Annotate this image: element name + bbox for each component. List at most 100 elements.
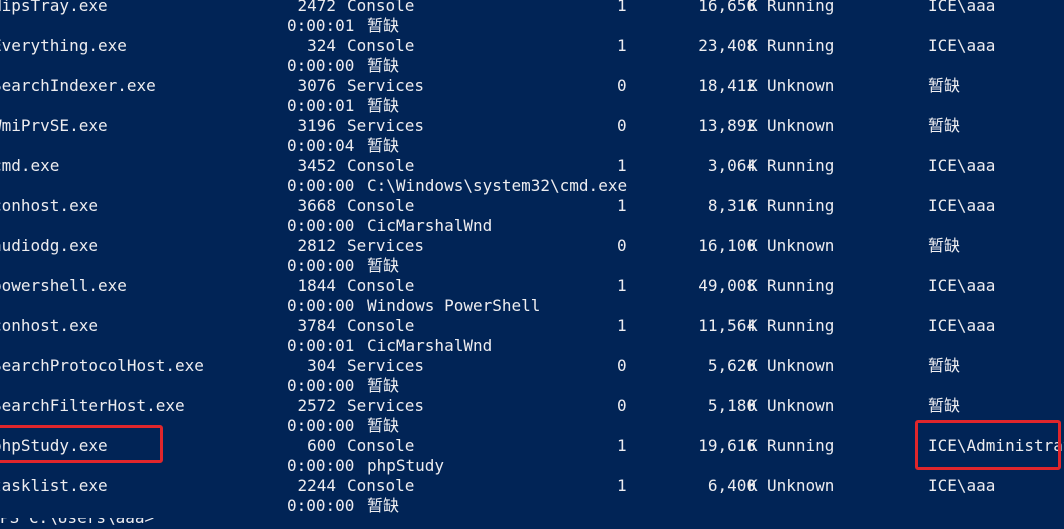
image-name: SearchProtocolHost.exe	[0, 356, 204, 375]
status: Unknown	[767, 396, 835, 415]
pid: 3452	[297, 156, 336, 175]
pid: 2572	[297, 396, 336, 415]
window-title: Windows PowerShell	[367, 296, 541, 315]
process-row-detail: 0:00:00 暂缺	[0, 496, 1064, 516]
mem-usage: 13,892	[698, 116, 756, 135]
process-row-detail: 0:00:00 暂缺	[0, 256, 1064, 276]
pid: 600	[307, 436, 336, 455]
cpu-time: 0:00:00	[287, 296, 355, 315]
process-row: powershell.exe 1844 Console 1 49,008 K Running…	[0, 276, 1064, 296]
session-number: 1	[617, 36, 627, 55]
window-title: 暂缺	[367, 496, 400, 515]
mem-unit: K	[748, 36, 758, 55]
process-row: cmd.exe 3452 Console 1 3,064K Running ICE\aaa	[0, 156, 1064, 176]
session-number: 0	[617, 356, 627, 375]
mem-unit: K	[748, 0, 758, 15]
session-number: 1	[617, 476, 627, 495]
status: Running	[767, 0, 835, 15]
user-name: ICE\aaa	[928, 476, 996, 495]
status: Unknown	[767, 76, 835, 95]
pid: 1844	[297, 276, 336, 295]
cpu-time: 0:00:00	[287, 176, 355, 195]
process-row: SearchIndexer.exe 3076 Services 0 18,412 K Unk…	[0, 76, 1064, 96]
mem-usage: 6,400	[707, 476, 756, 495]
user-name: ICE\aaa	[928, 0, 996, 15]
session-number: 1	[617, 196, 627, 215]
window-title: 暂缺	[367, 136, 400, 155]
window-title: 暂缺	[367, 376, 400, 395]
image-name: conhost.exe	[0, 316, 98, 335]
process-row: audiodg.exe 2812 Services 0 16,100 K Unknown 暂缺	[0, 236, 1064, 256]
image-name: Everything.exe	[0, 36, 127, 55]
mem-unit: K	[748, 156, 758, 175]
mem-usage: 16,656	[698, 0, 756, 15]
status: Unknown	[767, 116, 835, 135]
process-row-detail: 0:00:01 暂缺	[0, 96, 1064, 116]
process-row: WmiPrvSE.exe 3196 Services 0 13,892 K Unknown 暂…	[0, 116, 1064, 136]
pid: 304	[307, 356, 336, 375]
powershell-console[interactable]: HipsTray.exe 2472 Console 1 16,656 K Running IC…	[0, 0, 1064, 529]
cpu-time: 0:00:00	[287, 216, 355, 235]
status: Unknown	[767, 356, 835, 375]
user-name: ICE\aaa	[928, 276, 996, 295]
status: Running	[767, 196, 835, 215]
pid: 3196	[297, 116, 336, 135]
window-title: 暂缺	[367, 56, 400, 75]
mem-usage: 8,316	[707, 196, 756, 215]
session-number: 1	[617, 436, 627, 455]
session-name: Console	[347, 476, 415, 495]
image-name: conhost.exe	[0, 196, 98, 215]
phpstudy-name-highlight	[0, 425, 163, 463]
session-name: Services	[347, 236, 425, 255]
mem-unit: K	[748, 356, 758, 375]
session-number: 1	[617, 276, 627, 295]
session-name: Console	[347, 196, 415, 215]
status: Unknown	[767, 476, 835, 495]
mem-usage: 18,412	[698, 76, 756, 95]
mem-usage: 3,064	[707, 156, 756, 175]
window-title: C:\Windows\system32\cmd.exe	[367, 176, 628, 195]
status: Running	[767, 316, 835, 335]
process-row-detail: 0:00:00 CicMarshalWnd	[0, 216, 1064, 236]
process-row-detail: 0:00:00 C:\Windows\system32\cmd.exe	[0, 176, 1064, 196]
window-title: CicMarshalWnd	[367, 336, 493, 355]
administrator-user-highlight	[915, 420, 1061, 470]
cpu-time: 0:00:00	[287, 376, 355, 395]
user-name: 暂缺	[928, 116, 961, 135]
mem-unit: K	[748, 316, 758, 335]
user-name: ICE\aaa	[928, 156, 996, 175]
session-number: 1	[617, 316, 627, 335]
session-name: Console	[347, 0, 415, 15]
cpu-time: 0:00:00	[287, 496, 355, 515]
image-name: cmd.exe	[0, 156, 60, 175]
image-name: powershell.exe	[0, 276, 127, 295]
mem-usage: 16,100	[698, 236, 756, 255]
cpu-time: 0:00:00	[287, 456, 355, 475]
session-number: 0	[617, 236, 627, 255]
session-name: Console	[347, 276, 415, 295]
session-name: Services	[347, 116, 425, 135]
status: Unknown	[767, 236, 835, 255]
pid: 3076	[297, 76, 336, 95]
cpu-time: 0:00:01	[287, 336, 355, 355]
image-name: SearchFilterHost.exe	[0, 396, 185, 415]
window-title: 暂缺	[367, 16, 400, 35]
status: Running	[767, 156, 835, 175]
session-number: 1	[617, 156, 627, 175]
mem-usage: 49,008	[698, 276, 756, 295]
window-title: 暂缺	[367, 416, 400, 435]
pid: 2244	[297, 476, 336, 495]
process-row-detail: 0:00:01 CicMarshalWnd	[0, 336, 1064, 356]
process-row: tasklist.exe 2244 Console 1 6,400 K Unknown ICE…	[0, 476, 1064, 496]
mem-unit: K	[748, 236, 758, 255]
session-name: Console	[347, 316, 415, 335]
session-number: 1	[617, 0, 627, 15]
window-title: 暂缺	[367, 96, 400, 115]
user-name: 暂缺	[928, 356, 961, 375]
cpu-time: 0:00:00	[287, 256, 355, 275]
process-row: conhost.exe 3784 Console 1 11,564 K Running ICE…	[0, 316, 1064, 336]
cpu-time: 0:00:04	[287, 136, 355, 155]
status: Running	[767, 36, 835, 55]
process-row: SearchProtocolHost.exe 304 Services 0 5,620 K…	[0, 356, 1064, 376]
mem-usage: 23,408	[698, 36, 756, 55]
